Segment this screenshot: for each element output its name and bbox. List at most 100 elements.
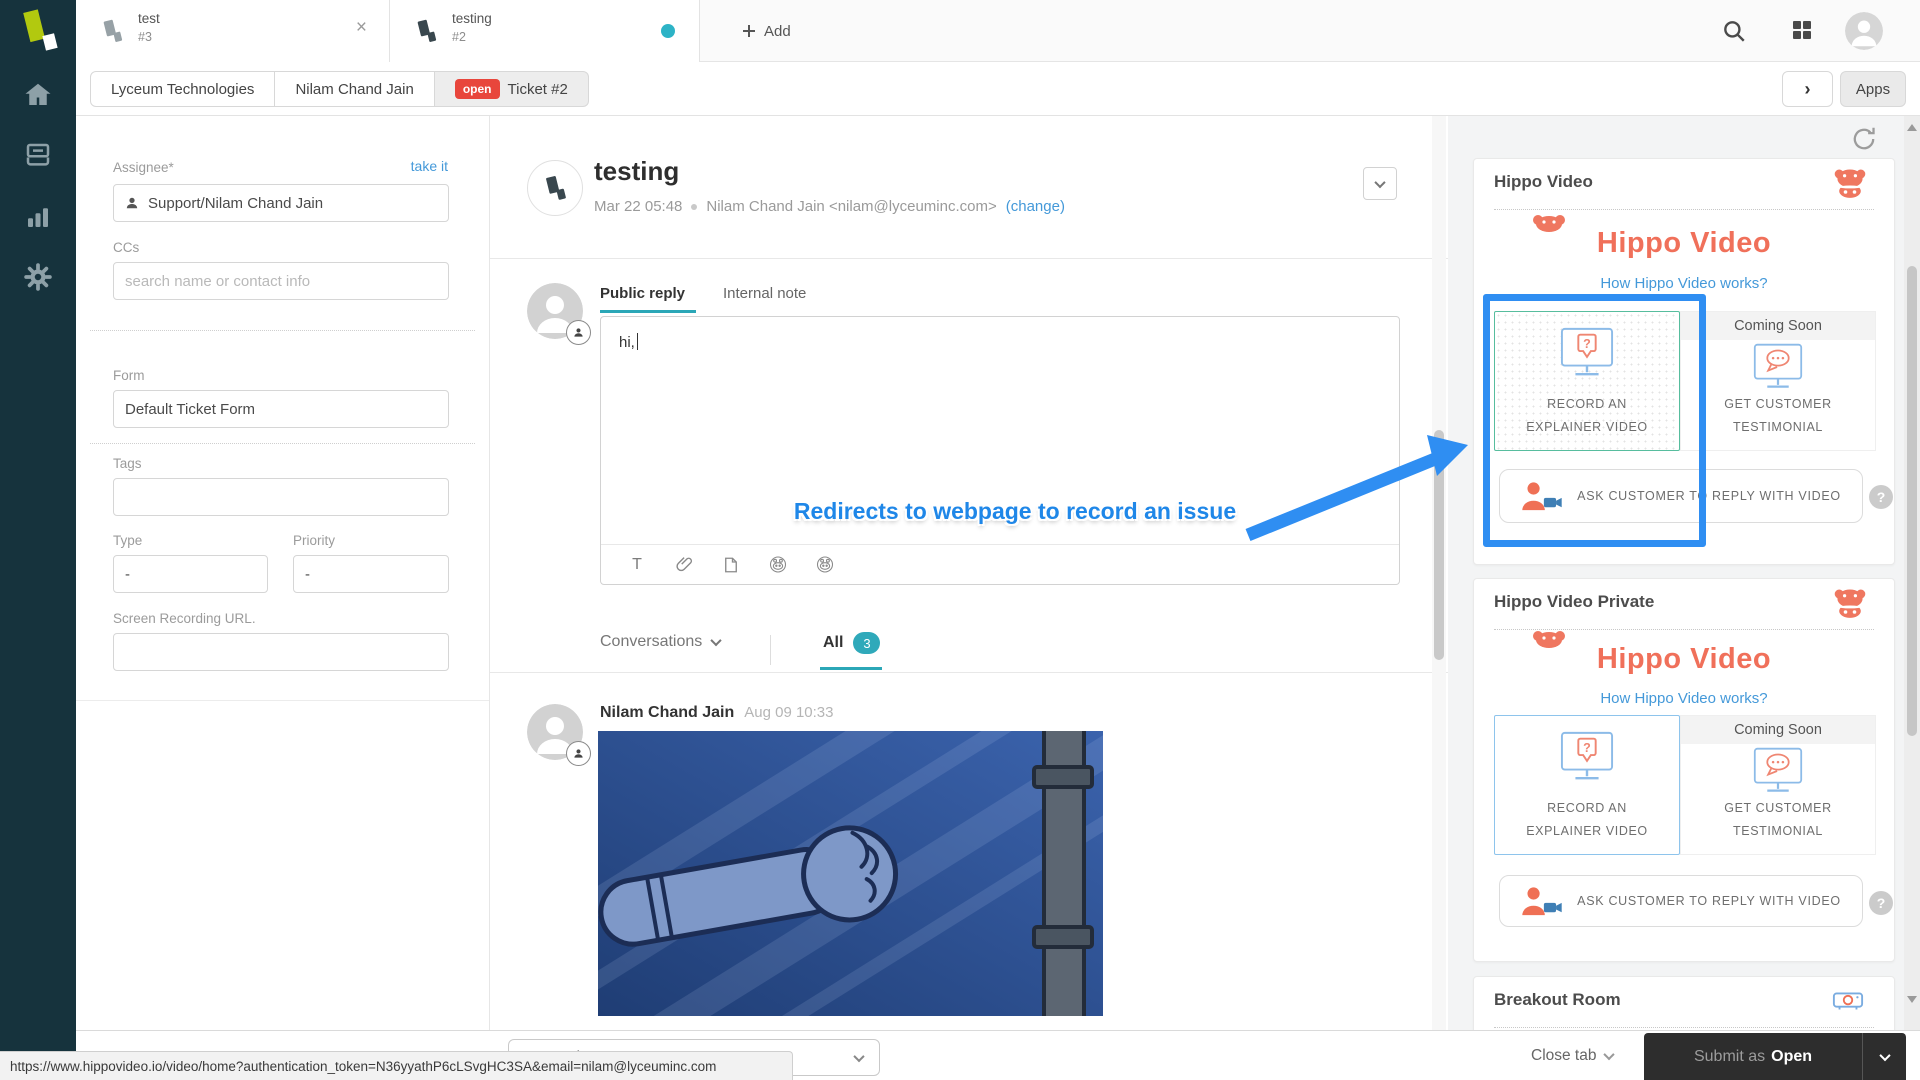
sidebar-next-button[interactable]: › <box>1782 71 1833 107</box>
submit-button[interactable]: Submit as Open <box>1644 1033 1906 1080</box>
text-caret <box>637 333 638 350</box>
tab-title: test <box>138 11 160 26</box>
record-explainer-video-tile[interactable]: ? RECORD ANEXPLAINER VIDEO <box>1494 715 1680 855</box>
hippo-video-record-icon[interactable] <box>768 555 788 575</box>
ask-customer-reply-video-button[interactable]: ASK CUSTOMER TO REPLY WITH VIDEO <box>1499 469 1863 523</box>
scroll-up-arrow[interactable] <box>1907 124 1917 131</box>
monitor-question-icon: ? <box>1556 326 1618 385</box>
app-card-title: Hippo Video Private <box>1494 592 1654 612</box>
zammad-logo[interactable] <box>0 0 76 62</box>
ticket-title[interactable]: testing <box>594 156 679 187</box>
tab-ticket-number: #3 <box>138 30 152 44</box>
chevron-down-icon <box>1374 176 1385 187</box>
hippo-video-request-icon[interactable] <box>815 555 835 575</box>
screen-recording-url-field <box>113 633 449 671</box>
reply-editor[interactable]: hi, T <box>600 316 1400 585</box>
ticket-content: testing Mar 22 05:48 Nilam Chand Jain <n… <box>490 116 1448 1030</box>
monitor-chat-icon <box>1749 746 1807 801</box>
submit-main[interactable]: Submit as Open <box>1644 1033 1862 1080</box>
refresh-icon[interactable] <box>1851 126 1877 152</box>
search-icon[interactable] <box>1721 18 1747 44</box>
tab-title: testing <box>452 11 492 26</box>
app-card-title: Breakout Room <box>1494 990 1621 1010</box>
ticket-meta: Mar 22 05:48 Nilam Chand Jain <nilam@lyc… <box>594 198 1065 215</box>
how-it-works-link[interactable]: How Hippo Video works? <box>1474 275 1894 292</box>
priority-field[interactable]: - <box>293 555 449 593</box>
chevron-right-icon: › <box>1805 79 1811 100</box>
message-author: Nilam Chand Jain <box>600 704 734 722</box>
submit-options-toggle[interactable] <box>1862 1033 1906 1080</box>
monitor-chat-icon <box>1749 342 1807 397</box>
hippo-video-logo: Hippo Video <box>1474 643 1894 676</box>
organization-avatar <box>527 160 583 216</box>
add-tab-button[interactable]: Add <box>728 0 805 62</box>
form-field[interactable]: Default Ticket Form <box>113 390 449 428</box>
tile-label: GET CUSTOMERTESTIMONIAL <box>1681 393 1875 441</box>
screen-recording-url-input[interactable] <box>125 644 437 661</box>
task-tab-testing[interactable]: testing #2 <box>390 0 700 62</box>
tags-input[interactable] <box>125 489 437 506</box>
how-it-works-link[interactable]: How Hippo Video works? <box>1474 690 1894 707</box>
help-icon[interactable]: ? <box>1869 891 1893 915</box>
annotation-text: Redirects to webpage to record an issue <box>760 498 1270 525</box>
insert-file-icon[interactable] <box>721 555 741 575</box>
breadcrumb-customer[interactable]: Nilam Chand Jain <box>275 71 434 107</box>
form-value: Default Ticket Form <box>125 401 255 418</box>
all-label: All <box>823 634 843 652</box>
submit-state: Open <box>1771 1048 1812 1066</box>
hippo-face-icon <box>1832 587 1868 619</box>
reports-icon[interactable] <box>23 202 53 232</box>
close-tab-icon[interactable]: × <box>356 18 367 37</box>
conversations-dropdown[interactable]: Conversations <box>600 633 720 651</box>
content-scrollbar[interactable] <box>1432 116 1446 1030</box>
tags-label: Tags <box>113 456 142 471</box>
filter-all-tab[interactable]: All 3 <box>823 632 880 654</box>
admin-gear-icon[interactable] <box>23 262 53 292</box>
ask-customer-reply-video-button[interactable]: ASK CUSTOMER TO REPLY WITH VIDEO <box>1499 875 1863 927</box>
tab-internal-note[interactable]: Internal note <box>723 285 806 302</box>
hippo-video-logo: Hippo Video <box>1474 227 1894 260</box>
close-tab-action[interactable]: Close tab <box>1531 1031 1613 1080</box>
message-image-attachment <box>598 731 1103 1016</box>
chevron-down-icon <box>1604 1049 1615 1060</box>
apps-tab-button[interactable]: Apps <box>1840 71 1906 107</box>
agent-badge-icon <box>566 320 591 345</box>
take-it-link[interactable]: take it <box>411 158 448 174</box>
tab-public-reply[interactable]: Public reply <box>600 285 685 302</box>
hippo-face-icon <box>1832 167 1868 199</box>
type-value: - <box>125 566 130 583</box>
status-badge: open <box>455 79 500 99</box>
apps-panel-scrollbar[interactable] <box>1904 116 1920 1030</box>
help-icon[interactable]: ? <box>1869 485 1893 509</box>
conversation-count-badge: 3 <box>853 632 880 654</box>
scrollbar-thumb[interactable] <box>1907 266 1917 736</box>
attachment-icon[interactable] <box>674 555 694 575</box>
scrollbar-thumb[interactable] <box>1434 430 1444 660</box>
tile-label: GET CUSTOMERTESTIMONIAL <box>1681 797 1875 845</box>
apps-label: Apps <box>1856 81 1890 98</box>
active-tab-underline <box>600 310 696 313</box>
overviews-icon[interactable] <box>23 140 53 170</box>
breakout-room-card: Breakout Room <box>1473 976 1895 1030</box>
breadcrumb-organization[interactable]: Lyceum Technologies <box>90 71 275 107</box>
chevron-down-icon <box>711 635 722 646</box>
breadcrumb-ticket[interactable]: open Ticket #2 <box>435 71 589 107</box>
get-customer-testimonial-tile[interactable]: Coming Soon GET CUSTOMERTESTIMONIAL <box>1680 715 1876 855</box>
scroll-down-arrow[interactable] <box>1907 996 1917 1003</box>
assignee-field[interactable]: Support/Nilam Chand Jain <box>113 184 449 222</box>
task-tab-test[interactable]: test #3 × <box>76 0 390 62</box>
ccs-input[interactable] <box>125 273 437 290</box>
text-format-icon[interactable]: T <box>627 555 647 575</box>
record-explainer-video-tile[interactable]: ? RECORD ANEXPLAINER VIDEO <box>1494 311 1680 451</box>
dot-separator <box>691 204 697 210</box>
panel-end-divider <box>76 700 489 701</box>
type-field[interactable]: - <box>113 555 268 593</box>
breadcrumb: Lyceum Technologies Nilam Chand Jain ope… <box>90 71 589 107</box>
change-customer-link[interactable]: (change) <box>1006 198 1065 215</box>
ccs-label: CCs <box>113 240 139 255</box>
user-avatar[interactable] <box>1845 12 1883 50</box>
notifications-grid-icon[interactable] <box>1790 18 1816 44</box>
ticket-actions-dropdown[interactable] <box>1363 167 1397 200</box>
get-customer-testimonial-tile[interactable]: Coming Soon GET CUSTOMERTESTIMONIAL <box>1680 311 1876 451</box>
dashboard-home-icon[interactable] <box>23 80 53 110</box>
